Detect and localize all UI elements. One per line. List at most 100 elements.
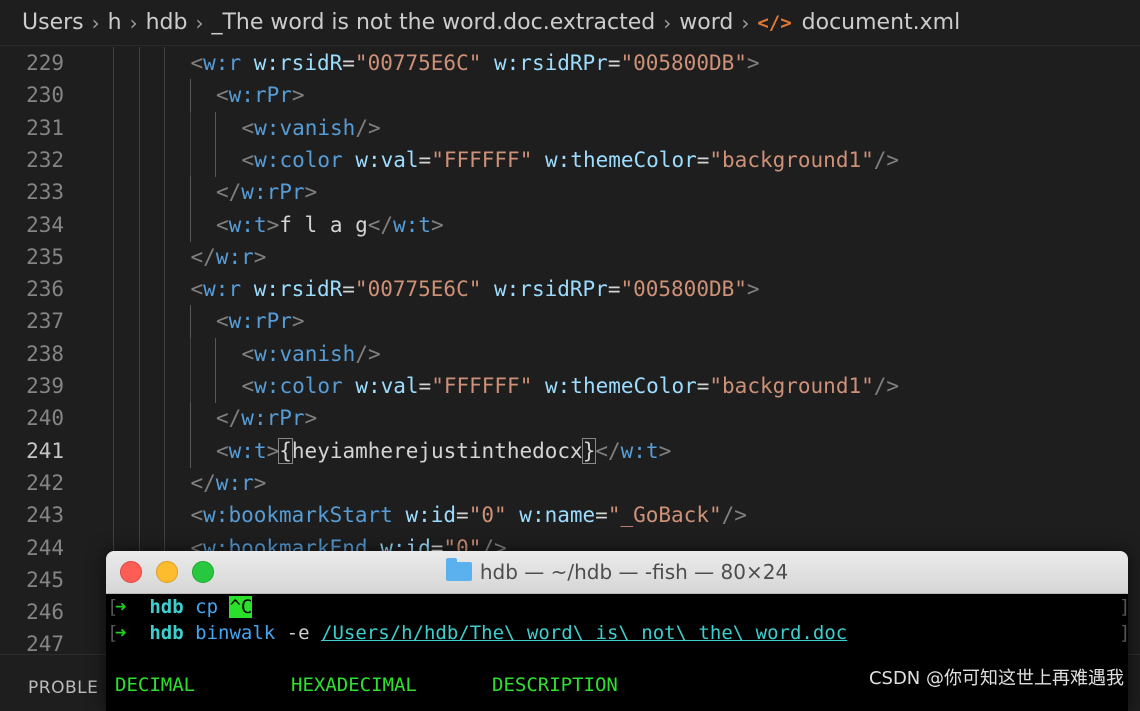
code-token: "FFFFFF" bbox=[431, 374, 533, 398]
indent-guide bbox=[138, 305, 140, 339]
folder-icon bbox=[445, 558, 472, 581]
indent-guide bbox=[138, 370, 140, 403]
chevron-right-icon: › bbox=[741, 10, 750, 35]
code-line[interactable]: 231 <w:vanish/> bbox=[0, 111, 1140, 145]
code-text: </w:r> bbox=[191, 467, 267, 499]
indent-guide bbox=[113, 176, 114, 210]
code-line[interactable]: 241 <w:t>{heyiamherejustinthedocx}</w:t> bbox=[0, 434, 1140, 468]
indent-guide bbox=[164, 47, 165, 80]
indent-guide bbox=[113, 79, 114, 113]
prompt-bracket-right: ] bbox=[1119, 620, 1128, 646]
line-number: 237 bbox=[26, 309, 64, 334]
breadcrumb-file[interactable]: document.xml bbox=[802, 10, 961, 35]
prompt-bracket-right: ] bbox=[1119, 594, 1128, 620]
code-token: > bbox=[266, 438, 280, 463]
indent-guide bbox=[138, 273, 140, 307]
code-token: < bbox=[216, 212, 229, 237]
code-text: </w:r> bbox=[191, 241, 267, 273]
indent-guide bbox=[138, 466, 140, 500]
code-token: w:t bbox=[620, 438, 659, 463]
code-token: w:vanish bbox=[254, 341, 356, 366]
code-line[interactable]: 242 </w:r> bbox=[0, 466, 1140, 500]
indent-guide bbox=[113, 370, 114, 403]
code-line[interactable]: 238 <w:vanish/> bbox=[0, 337, 1140, 371]
code-line[interactable]: 239 <w:color w:val="FFFFFF" w:themeColor=… bbox=[0, 370, 1140, 403]
indent-guide bbox=[113, 434, 114, 468]
breadcrumb-item-hdb[interactable]: hdb bbox=[146, 10, 188, 35]
code-token: w:rsidRPr bbox=[494, 51, 608, 75]
xml-code-icon: </> bbox=[757, 11, 792, 34]
terminal-titlebar[interactable]: hdb — ~/hdb — -fish — 80×24 bbox=[106, 551, 1128, 594]
code-token: < bbox=[190, 51, 204, 75]
indent-guide bbox=[138, 111, 140, 145]
code-text: <w:rPr> bbox=[216, 305, 305, 337]
indent-guide bbox=[164, 111, 165, 145]
indent-guide bbox=[164, 466, 165, 500]
code-text: <w:color w:val="FFFFFF" w:themeColor="ba… bbox=[242, 370, 900, 402]
command-path-link[interactable]: /Users/h/hdb/The\ word\ is\ not\ the\ wo… bbox=[321, 622, 847, 644]
column-header-decimal: DECIMAL bbox=[115, 674, 196, 696]
indent-guide bbox=[215, 143, 216, 177]
code-token: } bbox=[581, 437, 597, 464]
indent-guide bbox=[215, 337, 216, 371]
indent-guide bbox=[138, 208, 140, 242]
code-line[interactable]: 232 <w:color w:val="FFFFFF" w:themeColor=… bbox=[0, 143, 1140, 177]
code-line[interactable]: 229 <w:r w:rsidR="00775E6C" w:rsidRPr="00… bbox=[0, 47, 1140, 80]
code-text: <w:color w:val="FFFFFF" w:themeColor="ba… bbox=[242, 144, 900, 176]
code-token: w:rsidR bbox=[253, 51, 343, 75]
code-token: w:r bbox=[215, 244, 254, 269]
line-number: 238 bbox=[26, 341, 64, 366]
indent-guide bbox=[189, 111, 191, 145]
breadcrumb-item-h[interactable]: h bbox=[108, 10, 122, 35]
code-line[interactable]: 237 <w:rPr> bbox=[0, 305, 1140, 339]
code-token: > bbox=[746, 277, 760, 302]
line-number: 241 bbox=[26, 438, 64, 463]
line-number: 242 bbox=[26, 470, 64, 495]
line-number: 243 bbox=[26, 503, 64, 528]
tab-problems[interactable]: PROBLE bbox=[28, 678, 98, 698]
code-line[interactable]: 236 <w:r w:rsidR="00775E6C" w:rsidRPr="00… bbox=[0, 273, 1140, 307]
code-line[interactable]: 234 <w:t>f l a g</w:t> bbox=[0, 208, 1140, 242]
code-token: = bbox=[607, 51, 621, 75]
indent-guide bbox=[164, 337, 165, 371]
prompt-dir: hdb bbox=[149, 622, 184, 644]
code-token: "00775E6C" bbox=[354, 51, 482, 75]
code-text: <w:vanish/> bbox=[242, 338, 381, 370]
column-header-description: DESCRIPTION bbox=[492, 674, 618, 696]
code-token: > bbox=[431, 212, 444, 237]
prompt-bracket-left: [ bbox=[107, 596, 119, 618]
code-token: < bbox=[190, 277, 204, 302]
code-token: </ bbox=[190, 470, 216, 495]
code-token: w:val bbox=[355, 374, 419, 398]
code-token: = bbox=[696, 147, 710, 172]
code-token: = bbox=[696, 374, 710, 398]
breadcrumb-item-word[interactable]: word bbox=[679, 10, 733, 35]
indent-guide bbox=[113, 499, 114, 533]
code-line[interactable]: 235 </w:r> bbox=[0, 240, 1140, 274]
code-line[interactable]: 240 </w:rPr> bbox=[0, 402, 1140, 436]
code-token: > bbox=[253, 470, 267, 495]
code-token: w:color bbox=[254, 374, 343, 398]
breadcrumb-item-users[interactable]: Users bbox=[22, 10, 84, 35]
line-number: 236 bbox=[26, 277, 64, 302]
indent-guide bbox=[138, 47, 140, 80]
code-line[interactable]: 243 <w:bookmarkStart w:id="0" w:name="_Go… bbox=[0, 499, 1140, 533]
code-token: w:rPr bbox=[228, 309, 292, 334]
code-text: <w:t>f l a g</w:t> bbox=[216, 209, 444, 241]
code-line[interactable]: 230 <w:rPr> bbox=[0, 79, 1140, 113]
breadcrumb-item-extracted-folder[interactable]: _The word is not the word.doc.extracted bbox=[211, 10, 655, 35]
indent-guide bbox=[164, 208, 165, 242]
code-token: w:t bbox=[228, 212, 267, 237]
code-token: /> bbox=[355, 115, 381, 140]
line-number: 235 bbox=[26, 244, 64, 269]
code-token: "0" bbox=[468, 503, 507, 528]
code-line[interactable]: 233 </w:rPr> bbox=[0, 176, 1140, 210]
terminal-line: [➜ hdb binwalk -e /Users/h/hdb/The\ word… bbox=[107, 620, 1128, 646]
breadcrumb: Users › h › hdb › _The word is not the w… bbox=[0, 0, 1140, 46]
indent-guide bbox=[189, 176, 191, 210]
column-header-hexadecimal: HEXADECIMAL bbox=[291, 674, 417, 696]
code-token: = bbox=[342, 51, 355, 75]
code-token: </ bbox=[190, 244, 216, 269]
indent-guide bbox=[164, 79, 165, 113]
